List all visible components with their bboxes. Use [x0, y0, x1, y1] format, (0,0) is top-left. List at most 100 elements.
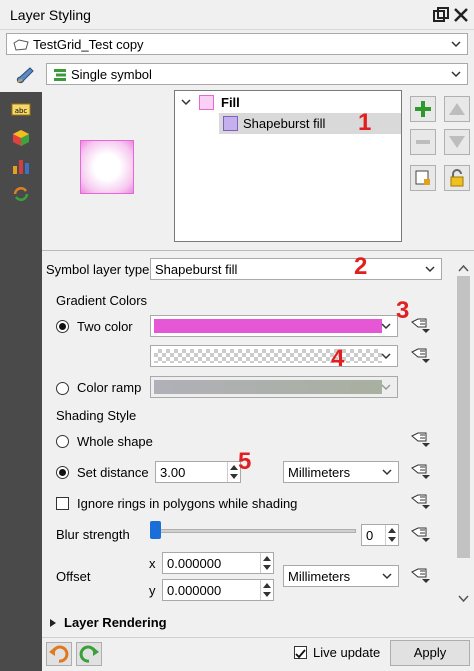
symbol-preview [80, 140, 134, 194]
undo-icon [49, 645, 69, 663]
offset-unit-select[interactable]: Millimeters [283, 565, 399, 587]
offset-unit-value: Millimeters [288, 569, 351, 584]
data-defined-override-icon[interactable] [408, 462, 432, 482]
offset-y-value: 0.000000 [167, 583, 222, 598]
color1-swatch [154, 319, 382, 333]
blur-spinbox[interactable]: 0 [361, 524, 399, 546]
offset-x-label: x [149, 556, 156, 571]
title-bar: Layer Styling [0, 0, 474, 30]
two-color-radio[interactable] [56, 320, 69, 333]
close-icon[interactable] [452, 6, 470, 24]
layer-select[interactable]: TestGrid_Test copy [6, 33, 468, 55]
chevron-down-icon [381, 384, 391, 391]
two-color-label: Two color [77, 319, 133, 334]
history-icon[interactable] [11, 184, 31, 204]
expand-arrow-icon[interactable] [48, 618, 58, 628]
scrollbar-thumb[interactable] [457, 276, 470, 558]
remove-layer-button[interactable] [410, 129, 436, 155]
apply-button[interactable]: Apply [390, 640, 470, 666]
window-title: Layer Styling [10, 7, 91, 23]
spin-arrows-icon[interactable] [260, 553, 273, 573]
shading-style-heading: Shading Style [56, 408, 137, 423]
plus-icon [415, 101, 431, 117]
renderer-select-value: Single symbol [71, 67, 152, 82]
blur-slider-handle[interactable] [150, 521, 161, 539]
paintbrush-icon [16, 67, 34, 84]
color1-button[interactable] [150, 315, 398, 337]
spin-arrows-icon[interactable] [260, 580, 273, 600]
move-up-button[interactable] [444, 96, 470, 122]
set-distance-radio[interactable] [56, 466, 69, 479]
spin-arrows-icon[interactable] [385, 525, 398, 545]
symbol-layer-type-value: Shapeburst fill [155, 262, 238, 277]
annotation-4: 4 [331, 345, 345, 372]
chevron-down-icon [382, 573, 392, 580]
chevron-down-icon [451, 41, 461, 48]
whole-shape-radio[interactable] [56, 435, 69, 448]
data-defined-override-icon[interactable] [408, 346, 432, 366]
tree-selected-row[interactable]: Shapeburst fill [219, 113, 401, 134]
diagrams-icon[interactable] [11, 156, 31, 176]
single-symbol-icon [54, 69, 66, 81]
undock-icon[interactable] [432, 6, 450, 24]
offset-y-spinbox[interactable]: 0.000000 [162, 579, 274, 601]
vertical-scrollbar[interactable] [455, 262, 472, 607]
triangle-down-icon [449, 136, 465, 148]
data-defined-override-icon[interactable] [408, 492, 432, 512]
color-ramp-radio[interactable] [56, 382, 69, 395]
color-ramp-preview [154, 380, 382, 394]
renderer-select[interactable]: Single symbol [46, 63, 468, 85]
triangle-up-icon [449, 103, 465, 115]
duplicate-layer-button[interactable] [410, 165, 436, 191]
distance-value: 3.00 [160, 465, 186, 480]
left-toolbar: abc [0, 92, 42, 671]
distance-spinbox[interactable]: 3.00 [155, 461, 241, 483]
offset-y-label: y [149, 583, 156, 598]
chevron-down-icon [451, 71, 461, 78]
tree-root-label: Fill [221, 95, 240, 110]
chevron-down-icon [382, 469, 392, 476]
data-defined-override-icon[interactable] [408, 525, 432, 545]
distance-unit-select[interactable]: Millimeters [283, 461, 399, 483]
color-ramp-select[interactable] [150, 376, 398, 398]
fill-symbol-swatch [199, 95, 214, 110]
data-defined-override-icon[interactable] [408, 566, 432, 586]
live-update-checkbox[interactable] [294, 646, 307, 659]
blur-slider-track[interactable] [150, 529, 356, 533]
data-defined-override-icon[interactable] [408, 430, 432, 450]
data-defined-override-icon[interactable] [408, 316, 432, 336]
offset-x-spinbox[interactable]: 0.000000 [162, 552, 274, 574]
live-update-label: Live update [313, 645, 381, 660]
color-ramp-label: Color ramp [77, 380, 142, 395]
lock-layer-button[interactable] [444, 165, 470, 191]
scroll-down-icon[interactable] [458, 595, 469, 603]
lock-icon [450, 169, 464, 187]
svg-text:abc: abc [15, 107, 28, 115]
redo-button[interactable] [76, 642, 102, 666]
offset-x-value: 0.000000 [167, 556, 222, 571]
checkmark-icon [295, 649, 306, 659]
symbol-layer-type-select[interactable]: Shapeburst fill [150, 258, 442, 280]
3d-view-icon[interactable] [11, 128, 31, 148]
ignore-rings-checkbox[interactable] [56, 497, 69, 510]
symbol-layer-type-label: Symbol layer type [46, 262, 150, 277]
duplicate-icon [415, 170, 430, 185]
undo-button[interactable] [46, 642, 72, 666]
add-layer-button[interactable] [410, 96, 436, 122]
move-down-button[interactable] [444, 129, 470, 155]
minus-icon [416, 140, 430, 144]
layer-rendering-label[interactable]: Layer Rendering [64, 615, 167, 630]
distance-unit-value: Millimeters [288, 465, 351, 480]
blur-value: 0 [366, 528, 374, 543]
chevron-down-icon [425, 266, 435, 273]
scroll-up-icon[interactable] [458, 264, 469, 272]
annotation-1: 1 [358, 109, 372, 136]
collapse-arrow-icon[interactable] [181, 97, 191, 107]
splitter[interactable] [42, 250, 474, 251]
footer-divider [42, 637, 474, 638]
labels-icon[interactable]: abc [11, 100, 31, 120]
color2-transparent-swatch [154, 349, 382, 363]
chevron-down-icon [381, 353, 391, 360]
blur-strength-label: Blur strength [56, 527, 130, 542]
color2-button[interactable] [150, 345, 398, 367]
